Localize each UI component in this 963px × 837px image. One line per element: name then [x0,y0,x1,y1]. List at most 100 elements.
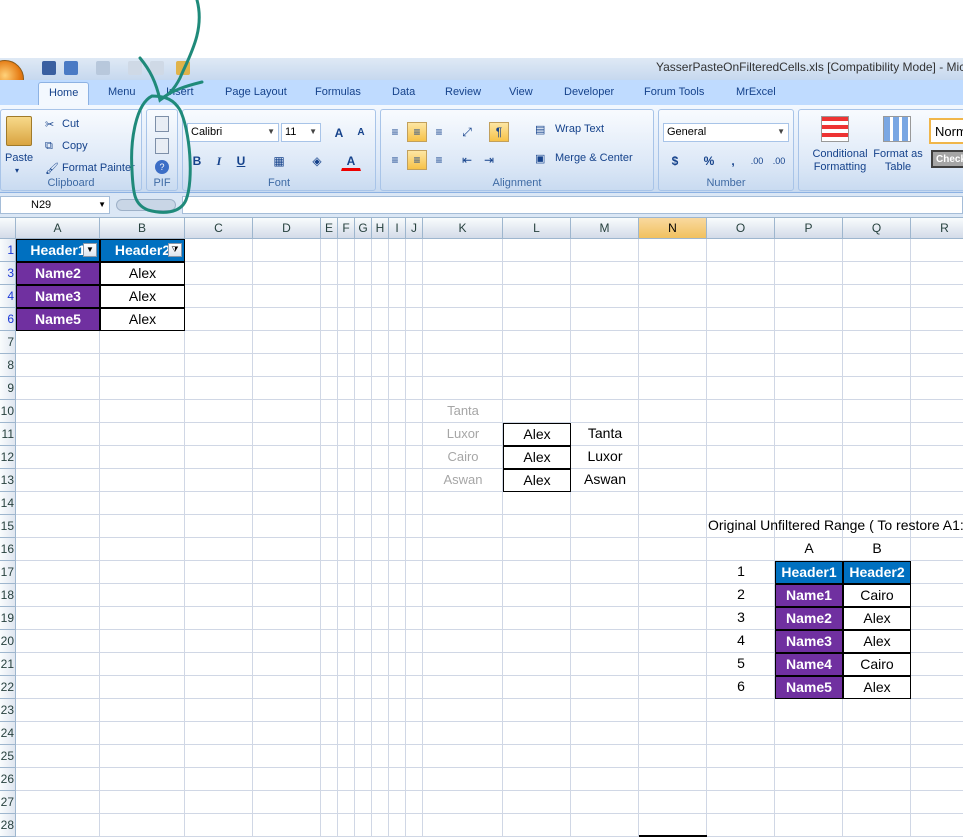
italic-button[interactable]: I [209,151,229,171]
row-header-8[interactable]: 8 [0,354,16,377]
tab-forum-tools[interactable]: Forum Tools [644,86,704,98]
filtered-header-2[interactable]: Header2 ⧩ [100,239,185,262]
filter-dropdown-icon[interactable]: ▼ [83,243,97,257]
row-header-28[interactable]: 28 [0,814,16,837]
bold-button[interactable]: B [187,151,207,171]
city-left-cell[interactable]: Tanta [423,400,503,423]
decrease-indent-icon[interactable]: ⇤ [457,150,477,170]
font-color-button[interactable]: A [341,151,361,171]
decrease-decimal-button[interactable]: .00 [769,151,789,171]
row-header-14[interactable]: 14 [0,492,16,515]
original-row-number[interactable]: 5 [707,653,775,676]
original-name-cell[interactable]: Name5 [775,676,843,699]
comma-button[interactable]: , [723,151,743,171]
city-right-cell[interactable]: Tanta [571,423,639,446]
align-bottom-icon[interactable]: ≡ [429,122,449,142]
column-header-r[interactable]: R [911,218,963,239]
city-left-cell[interactable]: Luxor [423,423,503,446]
row-header-7[interactable]: 7 [0,331,16,354]
borders-icon[interactable]: ▦ [269,151,289,171]
filtered-value-cell[interactable]: Alex [100,262,185,285]
tab-home[interactable]: Home [38,82,90,105]
orientation-icon[interactable]: ⤢ [457,122,477,142]
row-header-20[interactable]: 20 [0,630,16,653]
original-row-number[interactable]: 2 [707,584,775,607]
align-left-icon[interactable]: ≡ [385,150,405,170]
column-header-i[interactable]: I [389,218,406,239]
row-header-15[interactable]: 15 [0,515,16,538]
row-header-17[interactable]: 17 [0,561,16,584]
column-header-a[interactable]: A [16,218,100,239]
column-header-p[interactable]: P [775,218,843,239]
column-header-g[interactable]: G [355,218,372,239]
row-header-25[interactable]: 25 [0,745,16,768]
column-header-f[interactable]: F [338,218,355,239]
align-right-icon[interactable]: ≡ [429,150,449,170]
column-header-d[interactable]: D [253,218,321,239]
conditional-formatting-icon[interactable] [821,116,849,142]
column-header-m[interactable]: M [571,218,639,239]
city-left-cell[interactable]: Cairo [423,446,503,469]
original-header-1[interactable]: Header1 [775,561,843,584]
row-header-24[interactable]: 24 [0,722,16,745]
tab-menu[interactable]: Menu [108,86,136,98]
row-header-27[interactable]: 27 [0,791,16,814]
row-header-1[interactable]: 1 [0,239,16,262]
font-size-select[interactable]: 11 ▼ [281,123,321,142]
filter-active-icon[interactable]: ⧩ [168,243,182,257]
original-row-number[interactable]: 3 [707,607,775,630]
paste-button[interactable]: Paste [5,152,33,164]
qat-icon-3[interactable] [176,61,190,75]
tab-formulas[interactable]: Formulas [315,86,361,98]
format-as-table-button[interactable]: Format as Table [871,148,925,174]
pif-paste-icon[interactable] [155,116,169,132]
column-header-c[interactable]: C [185,218,253,239]
row-header-9[interactable]: 9 [0,377,16,400]
increase-indent-icon[interactable]: ⇥ [479,150,499,170]
row-header-13[interactable]: 13 [0,469,16,492]
save-icon[interactable] [42,61,56,75]
column-header-h[interactable]: H [372,218,389,239]
original-value-cell[interactable]: Alex [843,676,911,699]
normal-style[interactable]: Norm [929,118,963,144]
filtered-value-cell[interactable]: Alex [100,308,185,331]
font-name-select[interactable]: Calibri ▼ [187,123,279,142]
alex-cell[interactable]: Alex [503,446,571,469]
original-value-cell[interactable]: Alex [843,607,911,630]
paste-icon[interactable] [6,116,32,146]
alex-cell[interactable]: Alex [503,423,571,446]
filtered-value-cell[interactable]: Alex [100,285,185,308]
row-header-19[interactable]: 19 [0,607,16,630]
pif-paste-values-icon[interactable] [155,138,169,154]
name-box-splitter[interactable] [116,199,176,211]
filtered-name-cell[interactable]: Name2 [16,262,100,285]
column-header-q[interactable]: Q [843,218,911,239]
original-name-cell[interactable]: Name2 [775,607,843,630]
alex-cell[interactable]: Alex [503,469,571,492]
original-header-2[interactable]: Header2 [843,561,911,584]
qat-icon-2[interactable] [150,61,164,75]
column-header-e[interactable]: E [321,218,338,239]
merge-center-button[interactable]: Merge & Center [555,152,633,164]
tab-review[interactable]: Review [445,86,481,98]
rtl-icon[interactable]: ¶ [489,122,509,142]
tab-data[interactable]: Data [392,86,415,98]
filtered-name-cell[interactable]: Name3 [16,285,100,308]
column-header-o[interactable]: O [707,218,775,239]
filtered-name-cell[interactable]: Name5 [16,308,100,331]
number-format-select[interactable]: General ▼ [663,123,789,142]
tab-developer[interactable]: Developer [564,86,614,98]
worksheet-grid[interactable]: ABCDEFGHIJKLMNOPQR 1 3 4 6 7 8 9 10 11 12 13 14 15 16… [0,218,963,837]
align-center-icon[interactable]: ≡ [407,150,427,170]
city-left-cell[interactable]: Aswan [423,469,503,492]
row-header-26[interactable]: 26 [0,768,16,791]
row-header-22[interactable]: 22 [0,676,16,699]
cut-button[interactable]: Cut [62,118,79,130]
copy-button[interactable]: Copy [62,140,88,152]
qat-icon-1[interactable] [128,61,142,75]
align-top-icon[interactable]: ≡ [385,122,405,142]
row-header-3[interactable]: 3 [0,262,16,285]
tab-mrexcel[interactable]: MrExcel [736,86,776,98]
percent-button[interactable]: % [699,151,719,171]
original-value-cell[interactable]: Alex [843,630,911,653]
